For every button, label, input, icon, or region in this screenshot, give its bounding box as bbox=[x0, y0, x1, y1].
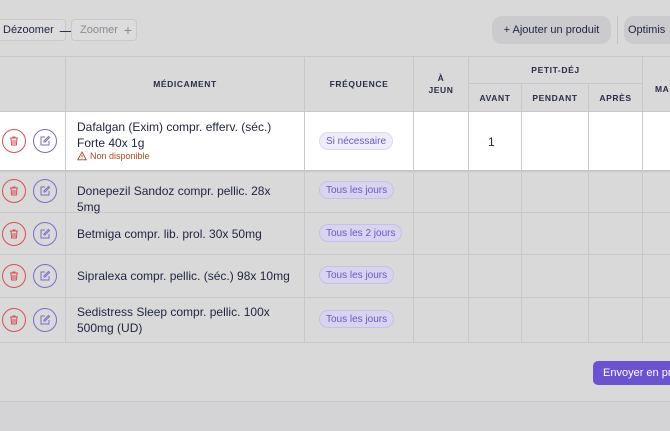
zoom-in-button[interactable]: Zoomer + bbox=[71, 19, 137, 41]
plus-icon: + bbox=[123, 22, 133, 38]
header-avant: AVANT bbox=[479, 93, 511, 103]
frequency-badge[interactable]: Tous les jours bbox=[319, 310, 395, 328]
delete-button[interactable] bbox=[2, 222, 26, 246]
header-medicament: MÉDICAMENT bbox=[153, 79, 217, 89]
medication-name: Sipralexa compr. pellic. (séc.) 98x 10mg bbox=[77, 269, 290, 283]
column-divider bbox=[65, 56, 66, 342]
header-a-jeun-line2: JEUN bbox=[428, 85, 454, 95]
frequency-badge[interactable]: Tous les jours bbox=[319, 181, 395, 199]
trash-icon bbox=[10, 315, 18, 325]
column-divider bbox=[304, 56, 305, 342]
edit-icon bbox=[40, 270, 51, 281]
medication-name: Sedistress Sleep compr. pellic. 100x 500… bbox=[77, 305, 270, 335]
send-button[interactable]: Envoyer en pro bbox=[593, 361, 670, 385]
row-divider bbox=[0, 254, 670, 255]
subheader-divider bbox=[469, 83, 643, 84]
bottom-panel bbox=[0, 401, 670, 431]
trash-icon bbox=[10, 271, 18, 281]
availability-warning: Non disponible bbox=[77, 151, 150, 161]
header-apres: APRÈS bbox=[599, 93, 632, 103]
column-divider bbox=[588, 84, 589, 342]
delete-button[interactable] bbox=[2, 129, 26, 153]
optimise-button[interactable]: Optimis bbox=[624, 16, 670, 44]
frequency-badge[interactable]: Tous les jours bbox=[319, 266, 395, 284]
edit-button[interactable] bbox=[33, 129, 57, 153]
warning-icon bbox=[77, 151, 87, 161]
edit-icon bbox=[40, 135, 51, 146]
zoom-out-label: Dézoomer bbox=[3, 24, 54, 36]
header-next-column: MA bbox=[655, 84, 670, 94]
trash-icon bbox=[10, 229, 18, 239]
table-top-border bbox=[0, 56, 670, 57]
frequency-badge[interactable]: Tous les 2 jours bbox=[319, 224, 403, 242]
header-a-jeun-line1: À bbox=[437, 73, 445, 83]
edit-icon bbox=[40, 185, 51, 196]
dose-avant-value[interactable]: 1 bbox=[488, 135, 495, 149]
edit-icon bbox=[40, 314, 51, 325]
column-divider bbox=[642, 56, 643, 342]
header-pendant: PENDANT bbox=[532, 93, 578, 103]
add-product-button[interactable]: + Ajouter un produit bbox=[492, 16, 611, 44]
trash-icon bbox=[10, 186, 18, 196]
delete-button[interactable] bbox=[2, 308, 26, 332]
medication-name: Dafalgan (Exim) compr. efferv. (séc.) Fo… bbox=[77, 120, 272, 150]
header-petit-dej: PETIT-DÉJ bbox=[531, 65, 580, 75]
zoom-in-label: Zoomer bbox=[80, 24, 118, 36]
zoom-out-button[interactable]: Dézoomer — bbox=[0, 19, 74, 41]
header-frequence: FRÉQUENCE bbox=[329, 79, 389, 89]
medication-name: Betmiga compr. lib. prol. 30x 50mg bbox=[77, 227, 262, 241]
row-shadow bbox=[0, 170, 670, 173]
edit-button[interactable] bbox=[33, 179, 57, 203]
column-divider bbox=[413, 56, 414, 342]
warning-text: Non disponible bbox=[90, 151, 150, 161]
edit-button[interactable] bbox=[33, 264, 57, 288]
edit-button[interactable] bbox=[33, 308, 57, 332]
toolbar-divider bbox=[617, 16, 618, 44]
trash-icon bbox=[10, 136, 18, 146]
column-divider bbox=[521, 84, 522, 342]
edit-icon bbox=[40, 228, 51, 239]
toolbar: Dézoomer — Zoomer + + Ajouter un produit… bbox=[0, 0, 670, 56]
table-bottom-border bbox=[0, 342, 670, 343]
row-divider bbox=[0, 297, 670, 298]
medication-name: Donepezil Sandoz compr. pellic. 28x 5mg bbox=[77, 184, 271, 214]
delete-button[interactable] bbox=[2, 264, 26, 288]
frequency-badge[interactable]: Si nécessaire bbox=[319, 132, 394, 150]
edit-button[interactable] bbox=[33, 222, 57, 246]
delete-button[interactable] bbox=[2, 179, 26, 203]
